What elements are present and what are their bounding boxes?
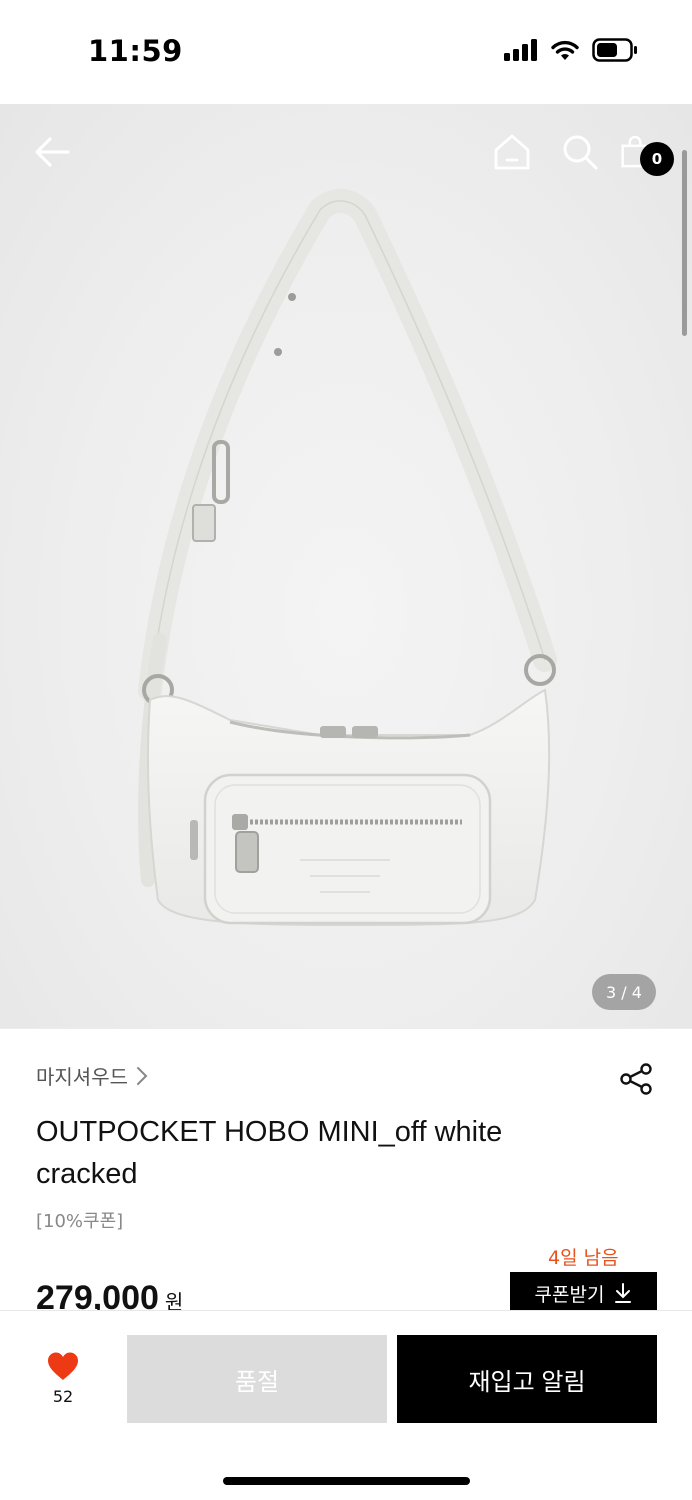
heart-icon [48, 1352, 78, 1380]
wifi-icon [551, 40, 579, 60]
cart-count-badge: 0 [640, 142, 674, 176]
coupon-button-label: 쿠폰받기 [534, 1283, 605, 1306]
bottom-action-bar: 52 품절 재입고 알림 [0, 1310, 692, 1500]
download-coupon-button[interactable]: 쿠폰받기 [510, 1272, 657, 1314]
brand-link[interactable]: 마지셔우드 [36, 1061, 148, 1090]
brand-name: 마지셔우드 [36, 1065, 128, 1089]
restock-alert-button[interactable]: 재입고 알림 [397, 1335, 657, 1423]
status-bar: 11:59 [0, 0, 692, 104]
search-icon [563, 135, 598, 170]
status-icons [504, 38, 638, 62]
product-name: OUTPOCKET HOBO MINI_off white cracked [36, 1111, 596, 1195]
product-name-line2: cracked [36, 1158, 138, 1190]
home-button[interactable] [490, 130, 534, 174]
product-image-carousel[interactable]: 3 / 4 [0, 104, 692, 1028]
download-icon [615, 1283, 632, 1303]
home-icon [494, 134, 530, 170]
soldout-button[interactable]: 품절 [127, 1335, 387, 1423]
search-button[interactable] [558, 130, 602, 174]
scrollbar[interactable] [682, 150, 687, 336]
like-count: 52 [52, 1387, 74, 1406]
coupon-days-left: 4일 남음 [548, 1247, 619, 1269]
coupon-tag: [10%쿠폰] [36, 1211, 124, 1232]
signal-icon [504, 39, 537, 61]
like-button[interactable]: 52 [36, 1351, 90, 1406]
product-image [138, 189, 557, 927]
chevron-right-icon [137, 1066, 148, 1085]
product-name-line1: OUTPOCKET HOBO MINI_off white [36, 1116, 503, 1148]
back-button[interactable] [30, 130, 74, 174]
status-time: 11:59 [88, 34, 183, 68]
battery-icon [592, 38, 637, 62]
share-icon [620, 1063, 652, 1095]
back-arrow-icon [35, 137, 70, 167]
share-button[interactable] [616, 1059, 656, 1099]
product-info: 마지셔우드 OUTPOCKET HOBO MINI_off white crac… [0, 1028, 692, 1317]
image-page-indicator: 3 / 4 [592, 974, 656, 1010]
home-indicator[interactable] [223, 1477, 470, 1485]
